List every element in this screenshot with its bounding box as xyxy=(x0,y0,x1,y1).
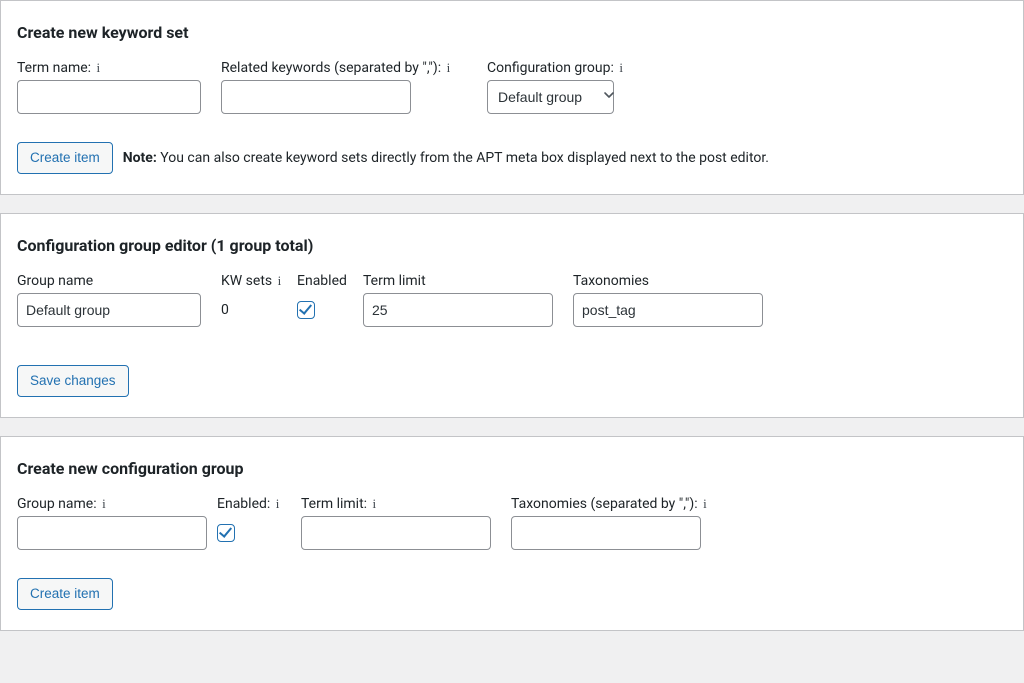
info-icon[interactable]: i xyxy=(276,496,280,512)
group-name-header: Group name xyxy=(17,273,207,289)
taxonomies-column: Taxonomies xyxy=(573,273,769,327)
config-group-editor-panel: Configuration group editor (1 group tota… xyxy=(0,213,1024,418)
info-icon[interactable]: i xyxy=(102,496,106,512)
create-item-button[interactable]: Create item xyxy=(17,142,113,174)
config-group-label: Configuration group: i xyxy=(487,60,623,76)
group-name-column: Group name xyxy=(17,273,207,327)
new-taxonomies-input[interactable] xyxy=(511,516,701,550)
enabled-column: Enabled xyxy=(297,273,349,327)
term-limit-column: Term limit xyxy=(363,273,559,327)
related-keywords-input[interactable] xyxy=(221,80,411,114)
enabled-header: Enabled xyxy=(297,273,349,289)
new-term-limit-field: Term limit: i xyxy=(301,496,497,550)
enabled-checkbox[interactable] xyxy=(297,301,315,319)
info-icon[interactable]: i xyxy=(97,60,101,76)
new-enabled-cell xyxy=(217,516,287,550)
related-keywords-field: Related keywords (separated by ","): i xyxy=(221,60,473,114)
new-term-limit-input[interactable] xyxy=(301,516,491,550)
new-group-fields-row: Group name: i Enabled: i Term limit: i T xyxy=(17,496,1007,558)
related-keywords-label: Related keywords (separated by ","): i xyxy=(221,60,473,76)
create-config-group-panel: Create new configuration group Group nam… xyxy=(0,436,1024,631)
new-taxonomies-label: Taxonomies (separated by ","): i xyxy=(511,496,741,512)
term-limit-header: Term limit xyxy=(363,273,559,289)
new-enabled-label: Enabled: i xyxy=(217,496,287,512)
group-editor-row: Group name KW sets i 0 Enabled Term limi… xyxy=(17,273,1007,335)
term-limit-input[interactable] xyxy=(363,293,553,327)
kw-sets-column: KW sets i 0 xyxy=(221,273,283,327)
enabled-cell xyxy=(297,293,349,327)
save-changes-button[interactable]: Save changes xyxy=(17,365,129,397)
note-text: Note: You can also create keyword sets d… xyxy=(123,150,769,166)
info-icon[interactable]: i xyxy=(373,496,377,512)
new-taxonomies-field: Taxonomies (separated by ","): i xyxy=(511,496,741,550)
note-body: You can also create keyword sets directl… xyxy=(160,150,769,166)
group-name-input[interactable] xyxy=(17,293,201,327)
config-group-label-text: Configuration group: xyxy=(487,60,614,76)
kw-sets-header-text: KW sets xyxy=(221,273,272,289)
new-group-name-field: Group name: i xyxy=(17,496,207,550)
info-icon[interactable]: i xyxy=(447,60,451,76)
term-name-label-text: Term name: xyxy=(17,60,91,76)
config-group-select-wrap: Default group xyxy=(487,80,623,114)
new-term-limit-label: Term limit: i xyxy=(301,496,497,512)
related-keywords-label-text: Related keywords (separated by ","): xyxy=(221,60,441,76)
info-icon[interactable]: i xyxy=(278,273,282,289)
create-item-button[interactable]: Create item xyxy=(17,578,113,610)
kw-sets-value: 0 xyxy=(221,293,283,327)
new-enabled-checkbox[interactable] xyxy=(217,524,235,542)
config-group-field: Configuration group: i Default group xyxy=(487,60,623,114)
new-taxonomies-label-text: Taxonomies (separated by ","): xyxy=(511,496,698,512)
keyword-set-fields-row: Term name: i Related keywords (separated… xyxy=(17,60,1007,122)
info-icon[interactable]: i xyxy=(703,496,707,512)
panel-title: Configuration group editor (1 group tota… xyxy=(17,236,1007,255)
term-name-input[interactable] xyxy=(17,80,201,114)
save-row: Save changes xyxy=(17,365,1007,397)
new-group-name-label-text: Group name: xyxy=(17,496,97,512)
panel-title: Create new keyword set xyxy=(17,23,1007,42)
taxonomies-input[interactable] xyxy=(573,293,763,327)
new-enabled-field: Enabled: i xyxy=(217,496,287,550)
new-enabled-label-text: Enabled: xyxy=(217,496,270,512)
new-term-limit-label-text: Term limit: xyxy=(301,496,367,512)
kw-sets-header: KW sets i xyxy=(221,273,283,289)
term-name-field: Term name: i xyxy=(17,60,207,114)
create-keyword-set-panel: Create new keyword set Term name: i Rela… xyxy=(0,0,1024,195)
info-icon[interactable]: i xyxy=(619,60,623,76)
term-name-label: Term name: i xyxy=(17,60,207,76)
new-group-name-label: Group name: i xyxy=(17,496,207,512)
new-group-create-row: Create item xyxy=(17,578,1007,610)
new-group-name-input[interactable] xyxy=(17,516,207,550)
panel-title: Create new configuration group xyxy=(17,459,1007,478)
create-item-row: Create item Note: You can also create ke… xyxy=(17,142,1007,174)
config-group-select[interactable]: Default group xyxy=(487,80,614,114)
note-label: Note: xyxy=(123,150,157,166)
taxonomies-header: Taxonomies xyxy=(573,273,769,289)
